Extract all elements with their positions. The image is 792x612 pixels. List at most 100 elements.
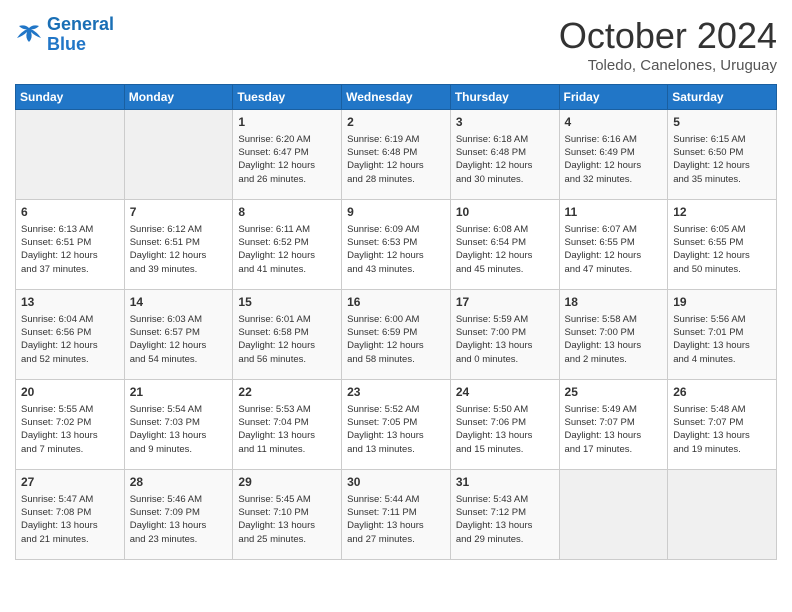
- day-number: 31: [456, 474, 554, 491]
- calendar-cell: 30 Sunrise: 5:44 AM Sunset: 7:11 PM Dayli…: [342, 470, 451, 560]
- calendar-cell: 19 Sunrise: 5:56 AM Sunset: 7:01 PM Dayli…: [668, 290, 777, 380]
- calendar-body: 1Sunrise: 6:20 AM Sunset: 6:47 PM Daylig…: [16, 110, 777, 560]
- day-number: 18: [565, 294, 663, 311]
- day-number: 14: [130, 294, 228, 311]
- day-info: Sunrise: 5:55 AM Sunset: 7:02 PM Dayligh…: [21, 403, 119, 456]
- day-info: Sunrise: 6:03 AM Sunset: 6:57 PM Dayligh…: [130, 313, 228, 366]
- weekday-label: Wednesday: [342, 85, 451, 110]
- day-info: Sunrise: 5:50 AM Sunset: 7:06 PM Dayligh…: [456, 403, 554, 456]
- calendar-cell: 3Sunrise: 6:18 AM Sunset: 6:48 PM Daylig…: [450, 110, 559, 200]
- calendar-cell: 22 Sunrise: 5:53 AM Sunset: 7:04 PM Dayli…: [233, 380, 342, 470]
- day-number: 9: [347, 204, 445, 221]
- calendar-cell: 24 Sunrise: 5:50 AM Sunset: 7:06 PM Dayli…: [450, 380, 559, 470]
- calendar-cell: 6Sunrise: 6:13 AM Sunset: 6:51 PM Daylig…: [16, 200, 125, 290]
- calendar-cell: 16Sunrise: 6:00 AM Sunset: 6:59 PM Dayli…: [342, 290, 451, 380]
- title-block: October 2024 Toledo, Canelones, Uruguay: [559, 15, 777, 74]
- day-info: Sunrise: 5:53 AM Sunset: 7:04 PM Dayligh…: [238, 403, 336, 456]
- calendar-week-row: 6Sunrise: 6:13 AM Sunset: 6:51 PM Daylig…: [16, 200, 777, 290]
- calendar-cell: [124, 110, 233, 200]
- calendar-cell: [668, 470, 777, 560]
- calendar-cell: 25Sunrise: 5:49 AM Sunset: 7:07 PM Dayli…: [559, 380, 668, 470]
- weekday-label: Saturday: [668, 85, 777, 110]
- calendar-cell: 21 Sunrise: 5:54 AM Sunset: 7:03 PM Dayli…: [124, 380, 233, 470]
- calendar-cell: 18 Sunrise: 5:58 AM Sunset: 7:00 PM Dayli…: [559, 290, 668, 380]
- calendar-cell: [559, 470, 668, 560]
- weekday-label: Monday: [124, 85, 233, 110]
- day-info: Sunrise: 5:58 AM Sunset: 7:00 PM Dayligh…: [565, 313, 663, 366]
- day-number: 12: [673, 204, 771, 221]
- day-number: 26: [673, 384, 771, 401]
- day-number: 13: [21, 294, 119, 311]
- calendar-cell: 1Sunrise: 6:20 AM Sunset: 6:47 PM Daylig…: [233, 110, 342, 200]
- calendar-cell: 27 Sunrise: 5:47 AM Sunset: 7:08 PM Dayli…: [16, 470, 125, 560]
- calendar-cell: 31 Sunrise: 5:43 AM Sunset: 7:12 PM Dayli…: [450, 470, 559, 560]
- calendar-week-row: 13 Sunrise: 6:04 AM Sunset: 6:56 PM Dayli…: [16, 290, 777, 380]
- day-number: 22: [238, 384, 336, 401]
- day-number: 30: [347, 474, 445, 491]
- logo-text: General Blue: [47, 15, 114, 55]
- day-info: Sunrise: 5:44 AM Sunset: 7:11 PM Dayligh…: [347, 493, 445, 546]
- calendar-cell: 8Sunrise: 6:11 AM Sunset: 6:52 PM Daylig…: [233, 200, 342, 290]
- calendar-cell: 10 Sunrise: 6:08 AM Sunset: 6:54 PM Dayli…: [450, 200, 559, 290]
- calendar-cell: [16, 110, 125, 200]
- calendar-cell: 5 Sunrise: 6:15 AM Sunset: 6:50 PM Daylig…: [668, 110, 777, 200]
- day-info: Sunrise: 6:18 AM Sunset: 6:48 PM Dayligh…: [456, 133, 554, 186]
- day-info: Sunrise: 6:01 AM Sunset: 6:58 PM Dayligh…: [238, 313, 336, 366]
- calendar-week-row: 1Sunrise: 6:20 AM Sunset: 6:47 PM Daylig…: [16, 110, 777, 200]
- month-title: October 2024: [559, 15, 777, 57]
- weekday-header-row: SundayMondayTuesdayWednesdayThursdayFrid…: [16, 85, 777, 110]
- calendar-cell: 9 Sunrise: 6:09 AM Sunset: 6:53 PM Daylig…: [342, 200, 451, 290]
- calendar-cell: 2 Sunrise: 6:19 AM Sunset: 6:48 PM Daylig…: [342, 110, 451, 200]
- day-info: Sunrise: 5:47 AM Sunset: 7:08 PM Dayligh…: [21, 493, 119, 546]
- calendar-cell: 4 Sunrise: 6:16 AM Sunset: 6:49 PM Daylig…: [559, 110, 668, 200]
- logo: General Blue: [15, 15, 114, 55]
- day-info: Sunrise: 6:00 AM Sunset: 6:59 PM Dayligh…: [347, 313, 445, 366]
- day-info: Sunrise: 6:16 AM Sunset: 6:49 PM Dayligh…: [565, 133, 663, 186]
- day-info: Sunrise: 6:04 AM Sunset: 6:56 PM Dayligh…: [21, 313, 119, 366]
- day-number: 8: [238, 204, 336, 221]
- day-number: 2: [347, 114, 445, 131]
- day-info: Sunrise: 5:54 AM Sunset: 7:03 PM Dayligh…: [130, 403, 228, 456]
- day-info: Sunrise: 6:12 AM Sunset: 6:51 PM Dayligh…: [130, 223, 228, 276]
- day-number: 7: [130, 204, 228, 221]
- day-number: 25: [565, 384, 663, 401]
- day-number: 27: [21, 474, 119, 491]
- day-number: 20: [21, 384, 119, 401]
- day-info: Sunrise: 6:15 AM Sunset: 6:50 PM Dayligh…: [673, 133, 771, 186]
- weekday-label: Sunday: [16, 85, 125, 110]
- day-number: 17: [456, 294, 554, 311]
- day-number: 10: [456, 204, 554, 221]
- calendar-cell: 26 Sunrise: 5:48 AM Sunset: 7:07 PM Dayli…: [668, 380, 777, 470]
- day-info: Sunrise: 5:43 AM Sunset: 7:12 PM Dayligh…: [456, 493, 554, 546]
- day-number: 28: [130, 474, 228, 491]
- day-number: 24: [456, 384, 554, 401]
- calendar-table: SundayMondayTuesdayWednesdayThursdayFrid…: [15, 84, 777, 560]
- day-info: Sunrise: 5:59 AM Sunset: 7:00 PM Dayligh…: [456, 313, 554, 366]
- day-number: 1: [238, 114, 336, 131]
- day-info: Sunrise: 6:19 AM Sunset: 6:48 PM Dayligh…: [347, 133, 445, 186]
- day-number: 4: [565, 114, 663, 131]
- weekday-label: Thursday: [450, 85, 559, 110]
- calendar-cell: 12Sunrise: 6:05 AM Sunset: 6:55 PM Dayli…: [668, 200, 777, 290]
- calendar-cell: 7 Sunrise: 6:12 AM Sunset: 6:51 PM Daylig…: [124, 200, 233, 290]
- day-info: Sunrise: 5:56 AM Sunset: 7:01 PM Dayligh…: [673, 313, 771, 366]
- day-number: 19: [673, 294, 771, 311]
- day-info: Sunrise: 6:09 AM Sunset: 6:53 PM Dayligh…: [347, 223, 445, 276]
- day-info: Sunrise: 5:45 AM Sunset: 7:10 PM Dayligh…: [238, 493, 336, 546]
- calendar-cell: 20 Sunrise: 5:55 AM Sunset: 7:02 PM Dayli…: [16, 380, 125, 470]
- day-info: Sunrise: 5:52 AM Sunset: 7:05 PM Dayligh…: [347, 403, 445, 456]
- calendar-cell: 15Sunrise: 6:01 AM Sunset: 6:58 PM Dayli…: [233, 290, 342, 380]
- day-number: 23: [347, 384, 445, 401]
- day-info: Sunrise: 5:48 AM Sunset: 7:07 PM Dayligh…: [673, 403, 771, 456]
- page-header: General Blue October 2024 Toledo, Canelo…: [15, 15, 777, 74]
- calendar-cell: 17 Sunrise: 5:59 AM Sunset: 7:00 PM Dayli…: [450, 290, 559, 380]
- day-number: 5: [673, 114, 771, 131]
- calendar-cell: 29Sunrise: 5:45 AM Sunset: 7:10 PM Dayli…: [233, 470, 342, 560]
- weekday-label: Friday: [559, 85, 668, 110]
- weekday-label: Tuesday: [233, 85, 342, 110]
- day-info: Sunrise: 5:46 AM Sunset: 7:09 PM Dayligh…: [130, 493, 228, 546]
- calendar-cell: 11Sunrise: 6:07 AM Sunset: 6:55 PM Dayli…: [559, 200, 668, 290]
- day-number: 21: [130, 384, 228, 401]
- day-info: Sunrise: 6:08 AM Sunset: 6:54 PM Dayligh…: [456, 223, 554, 276]
- calendar-week-row: 20 Sunrise: 5:55 AM Sunset: 7:02 PM Dayli…: [16, 380, 777, 470]
